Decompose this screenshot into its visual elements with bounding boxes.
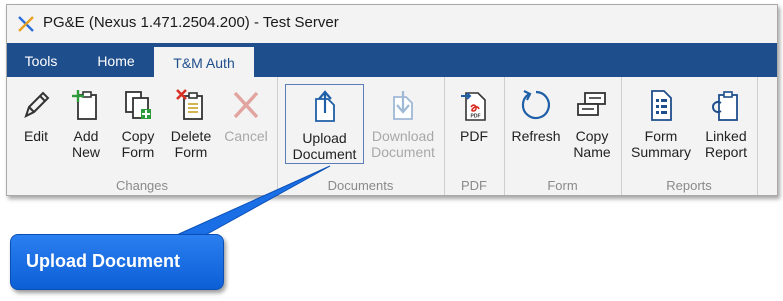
upload-label-line1: Upload: [302, 130, 347, 146]
delete-form-label-line2: Form: [174, 144, 208, 160]
download-icon: [393, 91, 413, 120]
add-new-label-line2: New: [71, 144, 100, 160]
delete-form-label-line1: Delete: [170, 128, 212, 144]
download-label-line2: Document: [371, 144, 435, 160]
form-summary-button[interactable]: Form Summary: [626, 83, 696, 163]
copy-form-label-line1: Copy: [121, 128, 155, 144]
download-label-line1: Download: [371, 128, 435, 144]
refresh-label: Refresh: [511, 128, 561, 144]
download-document-button[interactable]: Download Document: [365, 83, 441, 163]
form-summary-label-line2: Summary: [631, 144, 691, 160]
refresh-icon: [521, 90, 551, 120]
copy-name-button[interactable]: Copy Name: [567, 83, 617, 163]
add-new-label-line1: Add: [73, 128, 99, 144]
delete-form-button[interactable]: Delete Form: [165, 83, 217, 163]
tab-home[interactable]: Home: [87, 43, 145, 77]
group-label-changes: Changes: [115, 178, 169, 193]
refresh-button[interactable]: Refresh: [507, 83, 565, 163]
edit-label: Edit: [23, 128, 49, 144]
copy-form-icon: [125, 91, 151, 119]
ribbon-tab-bar: Tools Home T&M Auth: [7, 43, 777, 77]
tab-tools[interactable]: Tools: [7, 43, 75, 77]
callout-upload-document: Upload Document: [10, 234, 224, 290]
copy-form-label-line2: Form: [121, 144, 155, 160]
window-title: PG&E (Nexus 1.471.2504.200) - Test Serve…: [43, 14, 339, 31]
pdf-icon: PDF: [461, 92, 486, 121]
linked-report-label-line1: Linked: [705, 128, 747, 144]
copy-name-label-line1: Copy: [575, 128, 609, 144]
cancel-icon: [233, 91, 259, 119]
upload-document-button[interactable]: Upload Document: [285, 84, 364, 164]
copy-name-icon: [577, 92, 606, 116]
pencil-icon: [24, 91, 50, 118]
callout-text: Upload Document: [26, 251, 181, 271]
form-summary-icon: [651, 90, 672, 121]
linked-report-label-line2: Report: [704, 144, 748, 160]
tab-tm-auth[interactable]: T&M Auth: [154, 47, 254, 77]
group-pdf: PDF PDF PDF: [444, 77, 505, 195]
group-reports: Form Summary Linked Report Reports: [621, 77, 758, 195]
group-label-reports: Reports: [666, 178, 712, 193]
group-form: Refresh Copy Name Form: [504, 77, 622, 195]
linked-report-button[interactable]: Linked Report: [699, 83, 753, 163]
cancel-label: Cancel: [224, 128, 268, 144]
linked-report-icon: [712, 91, 738, 121]
pdf-label: PDF: [460, 128, 488, 144]
group-label-documents: Documents: [327, 178, 394, 193]
add-new-button[interactable]: Add New: [63, 83, 109, 163]
edit-button[interactable]: Edit: [13, 83, 59, 163]
add-new-icon: [72, 90, 97, 120]
group-documents: Upload Document Download Document Docume…: [277, 77, 445, 195]
svg-text:PDF: PDF: [471, 114, 481, 120]
title-bar: PG&E (Nexus 1.471.2504.200) - Test Serve…: [7, 5, 777, 43]
group-changes: Edit Add New Copy Form Delete Form Cance…: [7, 77, 278, 195]
app-logo-icon: [18, 16, 34, 32]
form-summary-label-line1: Form: [644, 128, 678, 144]
upload-label-line2: Document: [292, 146, 357, 162]
copy-form-button[interactable]: Copy Form: [113, 83, 163, 163]
copy-name-label-line2: Name: [573, 144, 611, 160]
app-window: PG&E (Nexus 1.471.2504.200) - Test Serve…: [6, 4, 778, 196]
group-label-form: Form: [547, 178, 578, 193]
delete-form-icon: [176, 89, 203, 120]
cancel-button[interactable]: Cancel: [219, 83, 273, 163]
upload-icon: [314, 90, 335, 122]
pdf-button[interactable]: PDF PDF: [450, 83, 498, 163]
ribbon: Edit Add New Copy Form Delete Form Cance…: [7, 77, 777, 195]
group-label-pdf: PDF: [461, 178, 487, 193]
